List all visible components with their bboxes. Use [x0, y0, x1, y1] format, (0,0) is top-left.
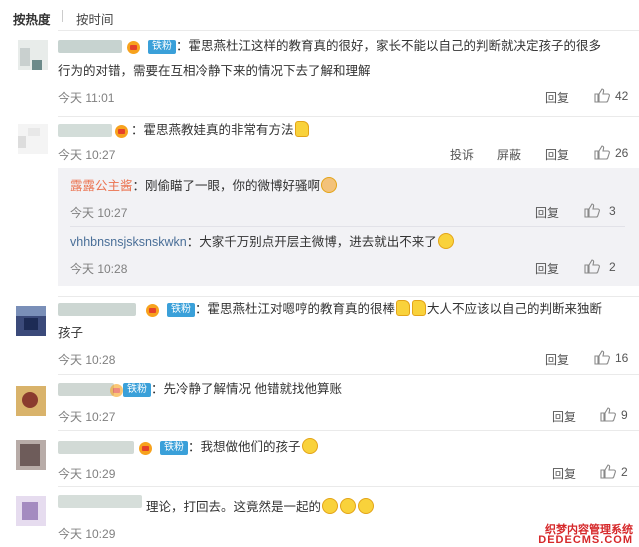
shy-emoji-icon	[322, 498, 339, 514]
avatar[interactable]	[16, 386, 46, 416]
fan-badge: 铁粉	[148, 40, 176, 54]
reply-thread: 露露公主酱：刚偷瞄了一眼，你的微博好骚啊 今天 10:27 回复 3 vhhbn…	[58, 168, 639, 286]
like-count: 2	[621, 465, 628, 479]
fan-badge: 铁粉	[160, 441, 188, 455]
comment-divider	[58, 430, 639, 431]
watermark-line2: DEDECMS.COM	[538, 534, 633, 546]
watermark: 织梦内容管理系统 DEDECMS.COM	[533, 521, 639, 547]
sort-bar: 按热度 按时间	[0, 0, 639, 30]
comment-divider	[58, 374, 639, 375]
comment-3: 铁粉 ：霍思燕杜江对嗯哼的教育真的很棒 大人不应该以自己的判断来独断 孩子 今天 …	[0, 296, 639, 374]
wink-emoji-icon	[437, 233, 454, 249]
reply-button[interactable]: 回复	[545, 146, 569, 163]
thumbs-up-emoji-icon	[412, 300, 427, 316]
reply-button[interactable]: 回复	[535, 204, 559, 221]
avatar[interactable]	[18, 124, 48, 154]
reply-button[interactable]: 回复	[545, 89, 569, 106]
like-thumb-icon[interactable]	[600, 407, 616, 422]
comment-divider	[58, 116, 639, 117]
like-thumb-icon[interactable]	[600, 464, 616, 479]
comment-5: 铁粉 ：我想做他们的孩子 今天 10:29 回复 2	[0, 430, 639, 486]
reply-button[interactable]: 回复	[545, 351, 569, 368]
comment-text: 理论，打回去。这竟然是一起的	[146, 497, 375, 518]
comment-time: 今天 10:27	[58, 148, 116, 162]
like-thumb-icon[interactable]	[584, 203, 600, 218]
like-thumb-icon[interactable]	[594, 145, 610, 160]
comment-text: ：霍思燕教娃真的非常有方法	[131, 120, 310, 141]
like-thumb-icon[interactable]	[584, 259, 600, 274]
comment-2: ：霍思燕教娃真的非常有方法 今天 10:27 投诉 屏蔽 回复 26 露露公主酱…	[0, 116, 639, 296]
reply-username[interactable]: vhhbnsnsjsksnskwkn	[70, 235, 187, 249]
reply-text: vhhbnsnsjsksnskwkn：大家千万别点开层主微博，进去就出不来了	[70, 232, 455, 253]
username-blurred[interactable]	[58, 441, 134, 454]
vip-crown-icon	[146, 304, 159, 317]
like-count: 9	[621, 408, 628, 422]
comment-text: ：霍思燕杜江这样的教育真的很好，家长不能以自己的判断就决定孩子的很多	[176, 39, 602, 53]
comment-time: 今天 10:29	[58, 527, 116, 541]
sort-by-time-tab[interactable]: 按时间	[76, 9, 114, 28]
comment-text-line2: 行为的对错，需要在互相冷静下来的情况下去了解和理解	[58, 64, 371, 78]
comment-time: 今天 10:27	[58, 410, 116, 424]
username-blurred[interactable]	[58, 383, 114, 396]
block-button[interactable]: 屏蔽	[497, 146, 521, 163]
avatar[interactable]	[16, 496, 46, 526]
avatar[interactable]	[18, 40, 48, 70]
reply-button[interactable]: 回复	[552, 465, 576, 482]
like-count: 2	[609, 260, 616, 274]
thumbs-up-emoji-icon	[294, 121, 309, 137]
reply-time: 今天 10:28	[70, 262, 128, 276]
username-blurred[interactable]	[58, 495, 142, 508]
like-thumb-icon[interactable]	[594, 350, 610, 365]
reply-divider	[70, 226, 625, 227]
avatar[interactable]	[16, 440, 46, 470]
reply-username[interactable]: 露露公主酱	[70, 179, 133, 193]
sort-divider	[62, 10, 63, 22]
comment-divider	[58, 30, 639, 31]
like-count: 16	[615, 351, 629, 365]
username-blurred[interactable]	[58, 124, 112, 137]
like-count: 3	[609, 204, 616, 218]
username-blurred[interactable]	[58, 303, 136, 316]
shy-emoji-icon	[340, 498, 357, 514]
comment-divider	[58, 486, 639, 487]
comment-text: ：霍思燕杜江对嗯哼的教育真的很棒 大人不应该以自己的判断来独断	[195, 300, 603, 316]
comment-text-line2: 孩子	[58, 326, 84, 340]
cat-face-emoji-icon	[321, 177, 338, 193]
comment-time: 今天 10:29	[58, 467, 116, 481]
laughing-emoji-icon	[301, 438, 318, 454]
comment-text: ：我想做他们的孩子	[188, 437, 319, 458]
reply-button[interactable]: 回复	[535, 260, 559, 277]
comment-time: 今天 11:01	[58, 91, 115, 105]
like-count: 42	[615, 89, 629, 103]
thumbs-up-emoji-icon	[396, 300, 411, 316]
vip-crown-icon	[110, 384, 123, 397]
shy-emoji-icon	[358, 498, 375, 514]
username-blurred[interactable]	[58, 40, 122, 53]
fan-badge: 铁粉	[167, 303, 195, 317]
avatar[interactable]	[16, 306, 46, 336]
reply-button[interactable]: 回复	[552, 408, 576, 425]
fan-badge: 铁粉	[123, 383, 151, 397]
report-button[interactable]: 投诉	[450, 146, 474, 163]
comment-4: 铁粉 ：先冷静了解情况 他错就找他算账 今天 10:27 回复 9	[0, 374, 639, 430]
sort-by-hot-tab[interactable]: 按热度	[13, 9, 51, 28]
like-count: 26	[615, 146, 629, 160]
like-thumb-icon[interactable]	[594, 88, 610, 103]
comment-text: ：先冷静了解情况 他错就找他算账	[151, 382, 342, 396]
comment-1: 铁粉 ：霍思燕杜江这样的教育真的很好，家长不能以自己的判断就决定孩子的很多 行为…	[0, 30, 639, 116]
vip-crown-icon	[115, 125, 128, 138]
comment-divider	[58, 296, 639, 297]
vip-crown-icon	[139, 442, 152, 455]
reply-text: 露露公主酱：刚偷瞄了一眼，你的微博好骚啊	[70, 176, 338, 197]
comment-time: 今天 10:28	[58, 353, 116, 367]
reply-time: 今天 10:27	[70, 206, 128, 220]
vip-crown-icon	[127, 41, 140, 54]
